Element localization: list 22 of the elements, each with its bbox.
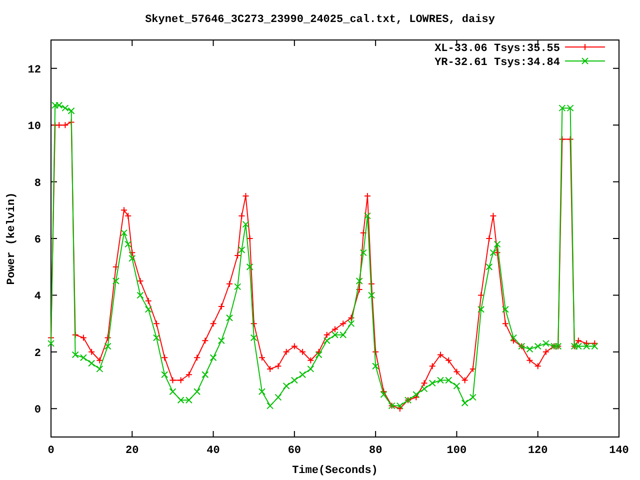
y-tick-label: 12 — [28, 64, 41, 76]
y-tick-label: 2 — [34, 348, 41, 360]
y-tick-label: 6 — [34, 234, 41, 246]
x-tick-label: 60 — [288, 445, 302, 457]
legend-line — [564, 44, 606, 50]
y-tick-label: 0 — [34, 404, 41, 417]
legend-label: YR-32.61 Tsys:34.84 — [434, 57, 560, 69]
x-tick-label: 80 — [368, 445, 382, 457]
y-tick-label: 8 — [34, 178, 41, 190]
legend-label: XL-33.06 Tsys:35.55 — [434, 43, 560, 55]
legend-line — [564, 58, 606, 64]
x-axis-label: Time(Seconds) — [292, 465, 378, 477]
y-tick-label: 10 — [28, 121, 41, 134]
x-tick-label: 20 — [126, 445, 139, 457]
x-tick-label: 0 — [48, 445, 54, 457]
y-tick-label: 4 — [34, 291, 41, 304]
x-tick-label: 100 — [446, 445, 467, 457]
x-tick-label: 120 — [528, 445, 548, 457]
x-tick-label: 140 — [609, 445, 629, 457]
x-tick-label: 40 — [206, 445, 220, 457]
y-axis-label: Power (kelvin) — [6, 192, 18, 285]
chart-title: Skynet_57646_3C273_23990_24025_cal.txt, LOWRES, daisy — [145, 14, 495, 26]
